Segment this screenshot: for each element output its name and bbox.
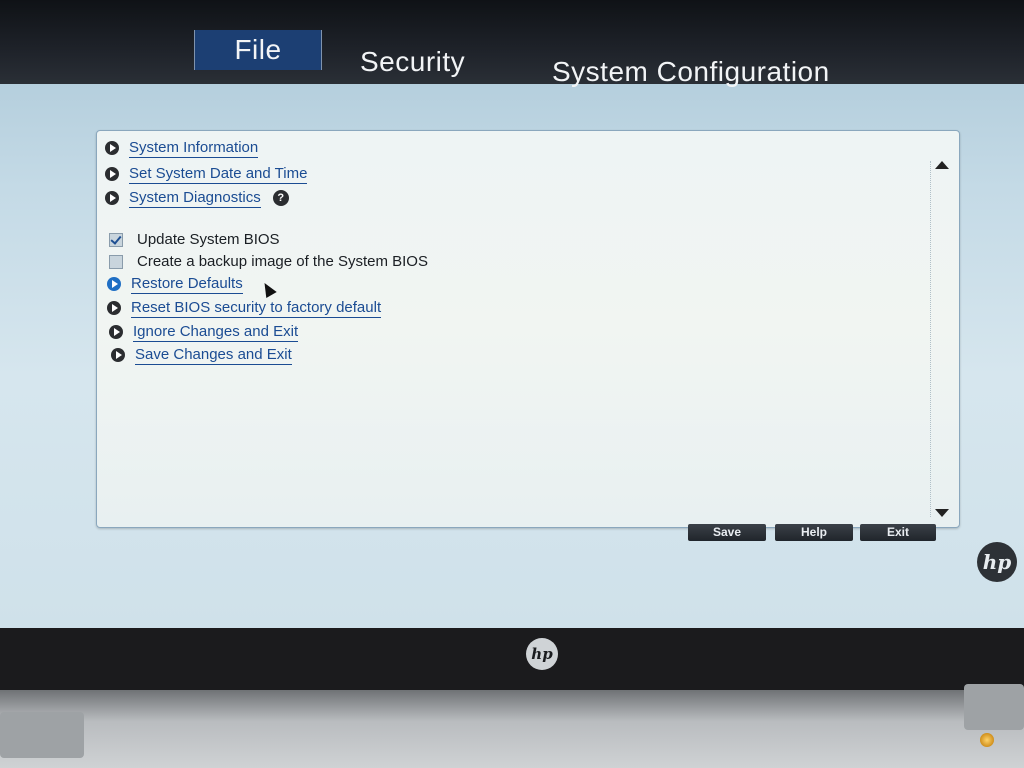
exit-button[interactable]: Exit	[860, 524, 936, 541]
file-menu-panel: System Information Set System Date and T…	[96, 130, 960, 528]
save-button[interactable]: Save	[688, 524, 766, 541]
arrow-bullet-icon	[107, 277, 121, 291]
menu-item-system-information[interactable]: System Information	[105, 137, 259, 159]
scroll-up-arrow-icon[interactable]	[935, 161, 949, 169]
menu-item-set-date-time[interactable]: Set System Date and Time	[105, 163, 308, 185]
menu-item-save-changes-exit[interactable]: Save Changes and Exit	[111, 344, 292, 366]
menu-item-label: System Information	[129, 138, 259, 158]
menu-item-label: System Diagnostics	[129, 188, 261, 208]
menu-item-label: Set System Date and Time	[129, 164, 308, 184]
hp-bezel-logo-icon: hp	[526, 638, 558, 670]
tab-security[interactable]: Security	[340, 42, 485, 82]
arrow-bullet-icon	[105, 191, 119, 205]
menu-item-label: Restore Defaults	[131, 274, 243, 294]
menu-item-ignore-changes-exit[interactable]: Ignore Changes and Exit	[109, 321, 299, 343]
checkbox-label: Update System BIOS	[137, 231, 280, 248]
bios-screen: File Security System Configuration Syste…	[0, 0, 1024, 628]
menu-item-restore-defaults[interactable]: Restore Defaults	[107, 273, 243, 295]
checkbox-update-bios[interactable]: Update System BIOS	[109, 229, 280, 251]
tab-file[interactable]: File	[194, 30, 322, 70]
left-hinge	[0, 712, 84, 758]
arrow-bullet-icon	[109, 325, 123, 339]
checkbox-backup-bios[interactable]: Create a backup image of the System BIOS	[109, 251, 428, 273]
arrow-bullet-icon	[105, 167, 119, 181]
arrow-bullet-icon	[105, 141, 119, 155]
scroll-down-arrow-icon[interactable]	[935, 509, 949, 517]
power-led-icon	[980, 733, 994, 747]
tab-system-configuration[interactable]: System Configuration	[532, 52, 850, 92]
menu-item-system-diagnostics[interactable]: System Diagnostics ?	[105, 187, 289, 209]
checkbox-unchecked-icon[interactable]	[109, 255, 123, 269]
help-question-icon[interactable]: ?	[272, 190, 289, 206]
menu-item-label: Ignore Changes and Exit	[133, 322, 299, 342]
arrow-bullet-icon	[111, 348, 125, 362]
checkbox-checked-icon[interactable]	[109, 233, 123, 247]
menu-item-label: Reset BIOS security to factory default	[131, 298, 382, 318]
help-button[interactable]: Help	[775, 524, 853, 541]
laptop-bezel	[0, 690, 1024, 768]
menu-item-reset-bios-security[interactable]: Reset BIOS security to factory default	[107, 297, 382, 319]
vertical-scrollbar[interactable]	[930, 161, 951, 517]
hp-logo-icon: hp	[977, 542, 1017, 582]
tab-bar: File Security System Configuration	[0, 0, 1024, 87]
menu-item-label: Save Changes and Exit	[135, 345, 292, 365]
arrow-bullet-icon	[107, 301, 121, 315]
right-hinge	[964, 684, 1024, 730]
checkbox-label: Create a backup image of the System BIOS	[137, 253, 428, 270]
